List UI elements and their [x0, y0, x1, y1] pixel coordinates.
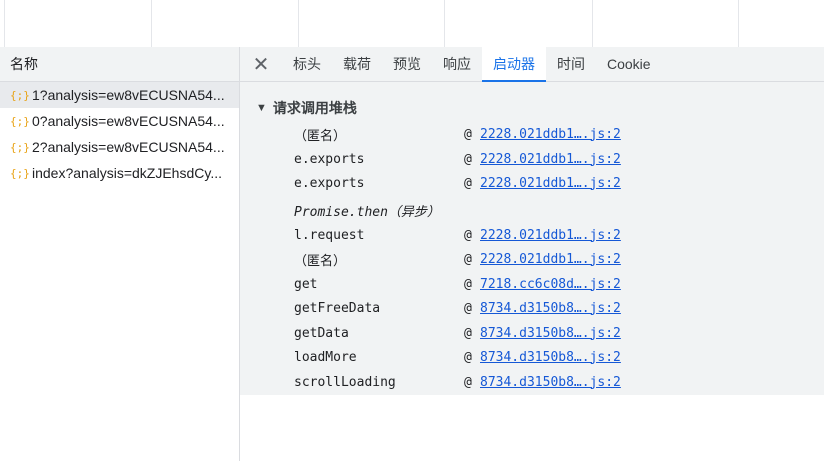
stack-frame: e.exports @ 2228.021ddb1….js:2: [294, 147, 814, 171]
timeline-overview[interactable]: [0, 0, 824, 48]
request-name: 0?analysis=ew8vECUSNA54...: [32, 113, 225, 129]
tab-payload[interactable]: 载荷: [332, 47, 382, 81]
collapse-triangle-icon[interactable]: ▼: [256, 102, 267, 114]
frame-function: loadMore: [294, 349, 357, 365]
frame-source-link[interactable]: 2228.021ddb1….js:2: [480, 127, 621, 142]
frame-at-sign: @: [464, 325, 472, 341]
frame-function: （匿名）: [294, 253, 347, 269]
stack-frame: get @ 7218.cc6c08d….js:2: [294, 272, 814, 296]
frame-at-sign: @: [464, 349, 472, 365]
async-boundary-label: Promise.then（异步）: [294, 204, 440, 220]
request-detail-panel: ✕ 标头 载荷 预览 响应 启动器 时间 Cookie ▼ 请求调用堆栈 （匿名…: [240, 47, 824, 461]
frame-function: l.request: [294, 227, 365, 243]
frame-at-sign: @: [464, 151, 472, 167]
frame-at-sign: @: [464, 251, 472, 267]
tab-initiator[interactable]: 启动器: [482, 47, 546, 82]
frame-source-link[interactable]: 2228.021ddb1….js:2: [480, 176, 621, 191]
request-row[interactable]: {;} 2?analysis=ew8vECUSNA54...: [0, 134, 239, 160]
request-name: 1?analysis=ew8vECUSNA54...: [32, 87, 225, 103]
frame-source-link[interactable]: 8734.d3150b8….js:2: [480, 350, 621, 365]
frame-source-link[interactable]: 2228.021ddb1….js:2: [480, 252, 621, 267]
frame-function: getData: [294, 325, 349, 341]
request-name: 2?analysis=ew8vECUSNA54...: [32, 139, 225, 155]
stack-frame: getFreeData @ 8734.d3150b8….js:2: [294, 296, 814, 320]
xhr-icon: {;}: [10, 88, 30, 102]
close-icon[interactable]: ✕: [240, 47, 282, 81]
frame-at-sign: @: [464, 175, 472, 191]
frame-at-sign: @: [464, 374, 472, 390]
frame-function: scrollLoading: [294, 374, 396, 390]
frame-function: （匿名）: [294, 128, 347, 144]
name-column-header[interactable]: 名称: [0, 47, 239, 82]
frame-at-sign: @: [464, 227, 472, 243]
detail-tabbar: ✕ 标头 载荷 预览 响应 启动器 时间 Cookie: [240, 47, 824, 82]
tab-preview[interactable]: 预览: [382, 47, 432, 81]
frame-source-link[interactable]: 2228.021ddb1….js:2: [480, 228, 621, 243]
xhr-icon: {;}: [10, 140, 30, 154]
frame-function: e.exports: [294, 175, 365, 191]
async-frame: Promise.then（异步）: [294, 198, 814, 222]
frame-source-link[interactable]: 8734.d3150b8….js:2: [480, 375, 621, 390]
xhr-icon: {;}: [10, 114, 30, 128]
frame-source-link[interactable]: 8734.d3150b8….js:2: [480, 301, 621, 316]
timeline-gridline: [4, 0, 5, 47]
frame-function: get: [294, 276, 318, 292]
stack-frame: （匿名） @ 2228.021ddb1….js:2: [294, 247, 814, 271]
tab-response[interactable]: 响应: [432, 47, 482, 81]
stack-frame: e.exports @ 2228.021ddb1….js:2: [294, 171, 814, 195]
request-row[interactable]: {;} 0?analysis=ew8vECUSNA54...: [0, 108, 239, 134]
frame-function: getFreeData: [294, 300, 381, 316]
request-list-panel: 名称 {;} 1?analysis=ew8vECUSNA54... {;} 0?…: [0, 47, 240, 461]
tab-cookies[interactable]: Cookie: [596, 47, 662, 81]
stack-frame: （匿名） @ 2228.021ddb1….js:2: [294, 122, 814, 146]
frame-source-link[interactable]: 2228.021ddb1….js:2: [480, 152, 621, 167]
timeline-gridline: [298, 0, 299, 47]
request-name: index?analysis=dkZJEhsdCy...: [32, 165, 222, 181]
request-row[interactable]: {;} index?analysis=dkZJEhsdCy...: [0, 160, 239, 186]
stack-frame: l.request @ 2228.021ddb1….js:2: [294, 223, 814, 247]
frame-function: e.exports: [294, 151, 365, 167]
frame-source-link[interactable]: 7218.cc6c08d….js:2: [480, 277, 621, 292]
frame-at-sign: @: [464, 126, 472, 142]
name-column-label: 名称: [10, 56, 38, 72]
timeline-gridline: [444, 0, 445, 47]
timeline-gridline: [151, 0, 152, 47]
frame-source-link[interactable]: 8734.d3150b8….js:2: [480, 326, 621, 341]
stack-section-title: 请求调用堆栈: [272, 100, 357, 116]
xhr-icon: {;}: [10, 166, 30, 180]
stack-section-header[interactable]: ▼ 请求调用堆栈: [256, 98, 357, 118]
tab-headers[interactable]: 标头: [282, 47, 332, 81]
stack-frame: loadMore @ 8734.d3150b8….js:2: [294, 345, 814, 369]
stack-frame: scrollLoading @ 8734.d3150b8….js:2: [294, 370, 814, 394]
frame-at-sign: @: [464, 300, 472, 316]
request-row[interactable]: {;} 1?analysis=ew8vECUSNA54...: [0, 82, 239, 108]
initiator-stack-section: ▼ 请求调用堆栈 （匿名） @ 2228.021ddb1….js:2 e.exp…: [240, 82, 824, 395]
frame-at-sign: @: [464, 276, 472, 292]
tab-timing[interactable]: 时间: [546, 47, 596, 81]
stack-frame: getData @ 8734.d3150b8….js:2: [294, 321, 814, 345]
timeline-gridline: [592, 0, 593, 47]
timeline-gridline: [738, 0, 739, 47]
